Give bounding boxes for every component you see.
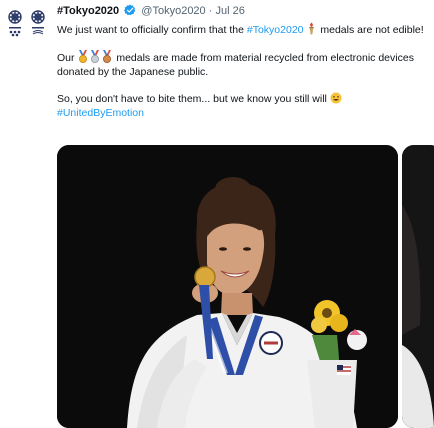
tweet-photo[interactable] — [57, 145, 398, 428]
grin-emoji-icon — [330, 92, 342, 104]
text-span: So, you don't have to bite them... but w… — [57, 93, 330, 105]
hashtag-footer-link[interactable]: #UnitedByEmotion — [57, 107, 144, 119]
display-name[interactable]: #Tokyo2020 — [57, 5, 119, 17]
athlete-photo-illustration — [57, 145, 398, 428]
gold-medal-emoji-icon — [79, 50, 88, 63]
tweet-header: #Tokyo2020 @Tokyo2020 · Jul 26 — [57, 4, 245, 17]
tweet-photo-next[interactable] — [402, 145, 434, 428]
silver-medal-emoji-icon — [91, 50, 100, 63]
text-span: medals are not edible! — [317, 24, 424, 36]
separator: · — [208, 5, 213, 17]
hashtag-link[interactable]: #Tokyo2020 — [247, 24, 304, 36]
tweet-paragraph-4: #UnitedByEmotion — [57, 106, 427, 120]
second-photo-illustration — [402, 145, 434, 428]
text-span: We just want to officially confirm that … — [57, 24, 247, 36]
text-span: Our — [57, 52, 78, 64]
tweet-text: We just want to officially confirm that … — [57, 22, 427, 120]
torch-emoji-icon — [309, 22, 315, 35]
tweet-date[interactable]: Jul 26 — [215, 5, 244, 17]
bronze-medal-emoji-icon — [103, 50, 112, 63]
olympic-paralympic-logo-icon[interactable] — [4, 8, 50, 38]
verified-badge-icon — [124, 4, 136, 16]
tweet-paragraph-2: Our medals are made from material recycl… — [57, 50, 427, 79]
tweet-paragraph-3: So, you don't have to bite them... but w… — [57, 92, 427, 106]
handle[interactable]: @Tokyo2020 — [141, 5, 205, 17]
tweet-paragraph-1: We just want to officially confirm that … — [57, 22, 427, 37]
